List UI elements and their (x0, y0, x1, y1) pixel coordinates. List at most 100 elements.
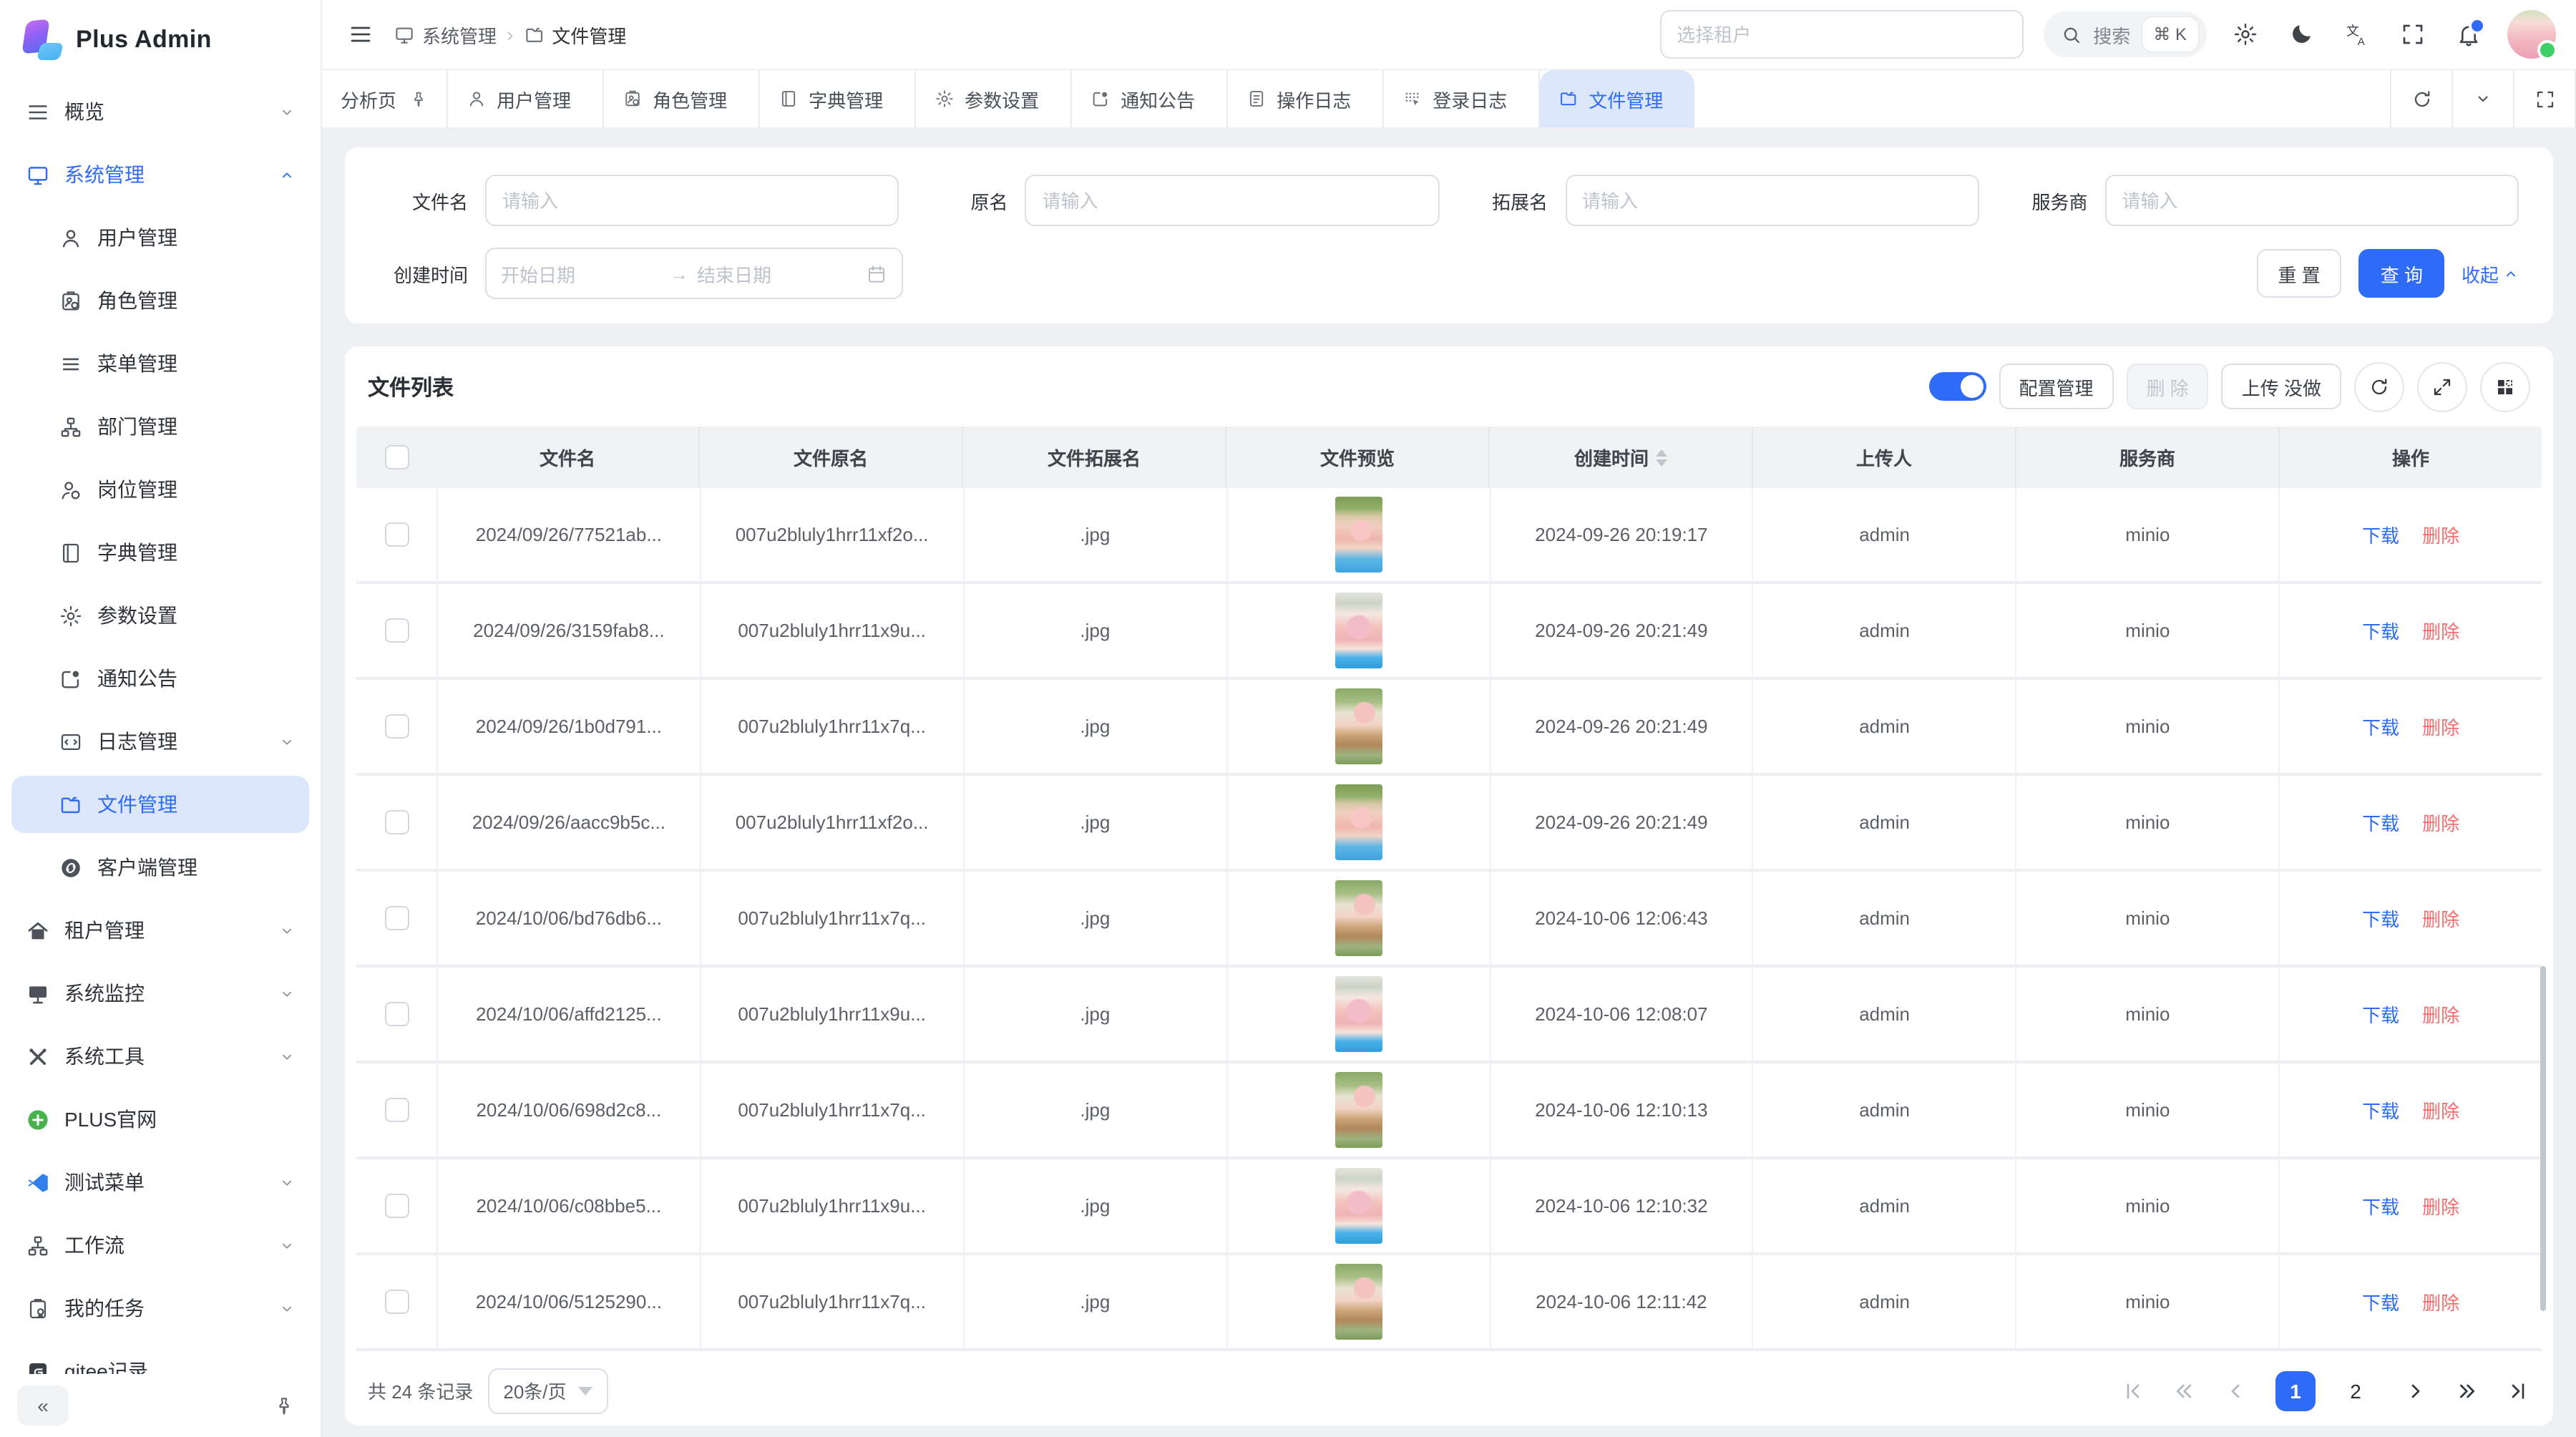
sidebar-item[interactable]: 部门管理 (11, 398, 309, 455)
download-link[interactable]: 下载 (2362, 617, 2399, 644)
prev-page-button[interactable] (2224, 1379, 2247, 1402)
delete-button[interactable]: 删 除 (2127, 364, 2209, 409)
sidebar-item[interactable]: 我的任务 (11, 1280, 309, 1337)
sort-icons[interactable] (1656, 449, 1667, 466)
row-checkbox[interactable] (384, 618, 409, 643)
tab[interactable]: 用户管理 (448, 70, 604, 127)
first-page-button[interactable] (2121, 1379, 2144, 1402)
sidebar-item[interactable]: 概览 (11, 83, 309, 140)
next-page-button[interactable] (2404, 1379, 2427, 1402)
filter-field-input[interactable] (1025, 175, 1440, 226)
sidebar-collapse-button[interactable]: « (17, 1385, 69, 1426)
upload-button[interactable]: 上传 没做 (2222, 364, 2341, 409)
sidebar-item[interactable]: 字典管理 (11, 524, 309, 581)
row-checkbox[interactable] (384, 906, 409, 930)
table-fullscreen-button[interactable] (2417, 361, 2467, 411)
delete-link[interactable]: 删除 (2422, 1000, 2459, 1028)
file-preview-thumbnail[interactable] (1335, 880, 1382, 956)
sidebar-item[interactable]: 工作流 (11, 1217, 309, 1274)
download-link[interactable]: 下载 (2362, 1000, 2399, 1028)
sidebar-item[interactable]: 用户管理 (11, 209, 309, 266)
sidebar-item[interactable]: 系统监控 (11, 965, 309, 1022)
sidebar-item[interactable]: 参数设置 (11, 587, 309, 644)
prev-10-pages-button[interactable] (2172, 1379, 2195, 1402)
sidebar-item[interactable]: 系统工具 (11, 1028, 309, 1085)
page-size-select[interactable]: 20条/页 (487, 1368, 608, 1413)
search-button[interactable]: 查 询 (2359, 249, 2444, 298)
delete-link[interactable]: 删除 (2422, 809, 2459, 836)
table-scrollbar[interactable] (2540, 966, 2546, 1311)
row-checkbox[interactable] (384, 1002, 409, 1026)
dark-mode-moon-icon[interactable] (2288, 21, 2314, 47)
table-column-header[interactable]: 操作 (2278, 427, 2542, 488)
file-preview-thumbnail[interactable] (1335, 1072, 1382, 1148)
sidebar-item[interactable]: 日志管理 (11, 713, 309, 770)
sidebar-item[interactable]: 角色管理 (11, 272, 309, 329)
table-column-header[interactable]: 文件原名 (698, 427, 962, 488)
file-preview-thumbnail[interactable] (1335, 784, 1382, 860)
download-link[interactable]: 下载 (2362, 905, 2399, 932)
file-preview-thumbnail[interactable] (1335, 688, 1382, 764)
table-column-header[interactable]: 上传人 (1752, 427, 2015, 488)
filter-field-input[interactable] (2105, 175, 2519, 226)
table-column-header[interactable]: 文件名 (436, 427, 698, 488)
delete-link[interactable]: 删除 (2422, 905, 2459, 932)
fullscreen-icon[interactable] (2400, 21, 2426, 47)
delete-link[interactable]: 删除 (2422, 521, 2459, 548)
file-preview-thumbnail[interactable] (1335, 976, 1382, 1052)
notifications-button[interactable] (2456, 21, 2482, 47)
table-refresh-button[interactable] (2354, 361, 2404, 411)
tab[interactable]: 通知公告 (1072, 70, 1228, 127)
breadcrumb-item-files[interactable]: 文件管理 (523, 21, 626, 48)
file-preview-thumbnail[interactable] (1335, 497, 1382, 573)
tab[interactable]: 登录日志 (1384, 70, 1540, 127)
sidebar-item[interactable]: 租户管理 (11, 902, 309, 959)
sidebar-item[interactable]: 菜单管理 (11, 335, 309, 392)
filter-field-input[interactable] (1565, 175, 1979, 226)
download-link[interactable]: 下载 (2362, 713, 2399, 740)
sidebar-item[interactable]: 测试菜单 (11, 1154, 309, 1211)
toolbar-toggle[interactable] (1928, 372, 1986, 401)
page-number-button[interactable]: 2 (2336, 1370, 2376, 1411)
file-preview-thumbnail[interactable] (1335, 1264, 1382, 1340)
breadcrumb-item-system[interactable]: 系统管理 (394, 21, 497, 48)
sidebar-item[interactable]: 客户端管理 (11, 839, 309, 896)
page-number-button[interactable]: 1 (2275, 1370, 2316, 1411)
sidebar-item[interactable]: gitee记录 (11, 1343, 309, 1374)
date-range-picker[interactable]: 开始日期 → 结束日期 (485, 248, 903, 299)
row-checkbox[interactable] (384, 810, 409, 834)
download-link[interactable]: 下载 (2362, 1096, 2399, 1124)
row-checkbox[interactable] (384, 1098, 409, 1122)
app-logo[interactable]: Plus Admin (0, 0, 321, 80)
download-link[interactable]: 下载 (2362, 1288, 2399, 1315)
table-columns-button[interactable] (2480, 361, 2530, 411)
tab[interactable]: 分析页 (322, 70, 448, 127)
row-checkbox[interactable] (384, 714, 409, 739)
last-page-button[interactable] (2507, 1379, 2530, 1402)
filter-field-input[interactable] (485, 175, 899, 226)
row-checkbox[interactable] (384, 522, 409, 547)
config-manage-button[interactable]: 配置管理 (1999, 364, 2113, 409)
download-link[interactable]: 下载 (2362, 521, 2399, 548)
delete-link[interactable]: 删除 (2422, 1096, 2459, 1124)
table-column-header[interactable]: 服务商 (2015, 427, 2278, 488)
next-10-pages-button[interactable] (2456, 1379, 2479, 1402)
tab[interactable]: 操作日志 (1228, 70, 1384, 127)
table-column-header[interactable]: 文件预览 (1225, 427, 1488, 488)
reset-button[interactable]: 重 置 (2256, 249, 2341, 298)
tab[interactable]: 字典管理 (760, 70, 916, 127)
download-link[interactable]: 下载 (2362, 809, 2399, 836)
row-checkbox[interactable] (384, 1194, 409, 1218)
sidebar-item[interactable]: 通知公告 (11, 650, 309, 707)
sidebar-item[interactable]: 岗位管理 (11, 461, 309, 518)
row-checkbox[interactable] (384, 1290, 409, 1314)
delete-link[interactable]: 删除 (2422, 713, 2459, 740)
tabbar-more-button[interactable] (2453, 70, 2514, 127)
tabbar-maximize-button[interactable] (2514, 70, 2576, 127)
tabbar-refresh-button[interactable] (2391, 70, 2453, 127)
delete-link[interactable]: 删除 (2422, 617, 2459, 644)
language-icon[interactable] (2344, 21, 2370, 47)
table-column-header[interactable]: 创建时间 (1488, 427, 1752, 488)
settings-gear-icon[interactable] (2233, 21, 2258, 47)
global-search-button[interactable]: 搜索 ⌘ K (2043, 11, 2207, 57)
